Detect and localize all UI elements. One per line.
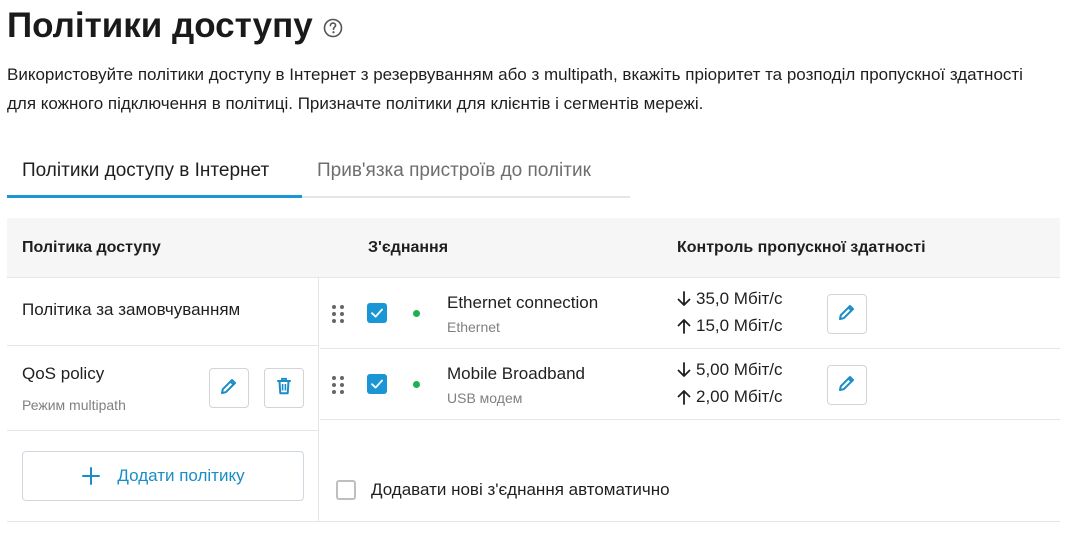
edit-bandwidth-button[interactable]: [827, 365, 867, 405]
auto-add-label: Додавати нові з'єднання автоматично: [371, 480, 670, 499]
auto-add-checkbox[interactable]: [336, 480, 356, 500]
policy-mode: Режим multipath: [22, 397, 126, 413]
tab-internet-policies[interactable]: Політики доступу в Інтернет: [7, 148, 302, 198]
policy-name: Політика за замовчуванням: [22, 300, 241, 319]
auto-add-connections[interactable]: Додавати нові з'єднання автоматично: [336, 480, 670, 500]
checkmark-icon: [371, 308, 383, 318]
connection-row: Mobile Broadband USB модем 5,00 Мбіт/с 2…: [320, 349, 1060, 420]
plus-icon: [81, 466, 101, 486]
policy-list: Політика за замовчуванням QoS policy Реж…: [7, 278, 319, 522]
policy-name: QoS policy: [22, 364, 105, 383]
arrow-down-icon: [677, 291, 691, 306]
arrow-up-icon: [677, 319, 691, 334]
tab-device-binding[interactable]: Прив'язка пристроїв до політик: [302, 148, 606, 196]
arrow-up-icon: [677, 390, 691, 405]
page-description: Використовуйте політики доступу в Інтерн…: [7, 65, 1023, 113]
checkmark-icon: [371, 379, 383, 389]
table-bottom-divider: [7, 521, 1060, 522]
help-icon[interactable]: [323, 18, 343, 38]
add-policy-button[interactable]: Додати політику: [22, 451, 304, 501]
policy-item-qos[interactable]: QoS policy Режим multipath: [7, 346, 319, 431]
connection-row: Ethernet connection Ethernet 35,0 Мбіт/с…: [320, 278, 1060, 349]
status-dot: [413, 310, 420, 317]
delete-policy-button[interactable]: [264, 368, 304, 408]
arrow-down-icon: [677, 362, 691, 377]
upload-speed: 2,00 Мбіт/с: [677, 387, 783, 407]
policy-item-default[interactable]: Політика за замовчуванням: [7, 278, 319, 346]
connection-type: Ethernet: [447, 319, 500, 335]
add-policy-label: Додати політику: [117, 466, 245, 485]
header-policy: Політика доступу: [22, 239, 161, 256]
policies-table: Політика доступу З'єднання Контроль проп…: [7, 218, 1060, 522]
download-speed: 35,0 Мбіт/с: [677, 289, 783, 309]
connection-enabled-checkbox[interactable]: [367, 303, 387, 323]
upload-speed: 15,0 Мбіт/с: [677, 316, 783, 336]
edit-policy-button[interactable]: [209, 368, 249, 408]
trash-icon: [274, 376, 294, 401]
page-title: Політики доступу: [7, 6, 313, 45]
drag-handle-icon[interactable]: [331, 304, 345, 324]
tab-bar: Політики доступу в Інтернет Прив'язка пр…: [7, 148, 630, 198]
download-speed: 5,00 Мбіт/с: [677, 360, 783, 380]
edit-bandwidth-button[interactable]: [827, 294, 867, 334]
drag-handle-icon[interactable]: [331, 375, 345, 395]
header-connection: З'єднання: [368, 239, 449, 256]
status-dot: [413, 381, 420, 388]
connection-enabled-checkbox[interactable]: [367, 374, 387, 394]
edit-icon: [219, 376, 239, 401]
connection-type: USB модем: [447, 390, 523, 406]
table-header: Політика доступу З'єднання Контроль проп…: [7, 218, 1060, 278]
connection-name: Mobile Broadband: [447, 364, 585, 383]
header-bandwidth: Контроль пропускної здатності: [677, 239, 926, 256]
edit-icon: [837, 302, 857, 327]
page-header: Політики доступу: [7, 4, 343, 48]
edit-icon: [837, 373, 857, 398]
connection-name: Ethernet connection: [447, 293, 599, 312]
